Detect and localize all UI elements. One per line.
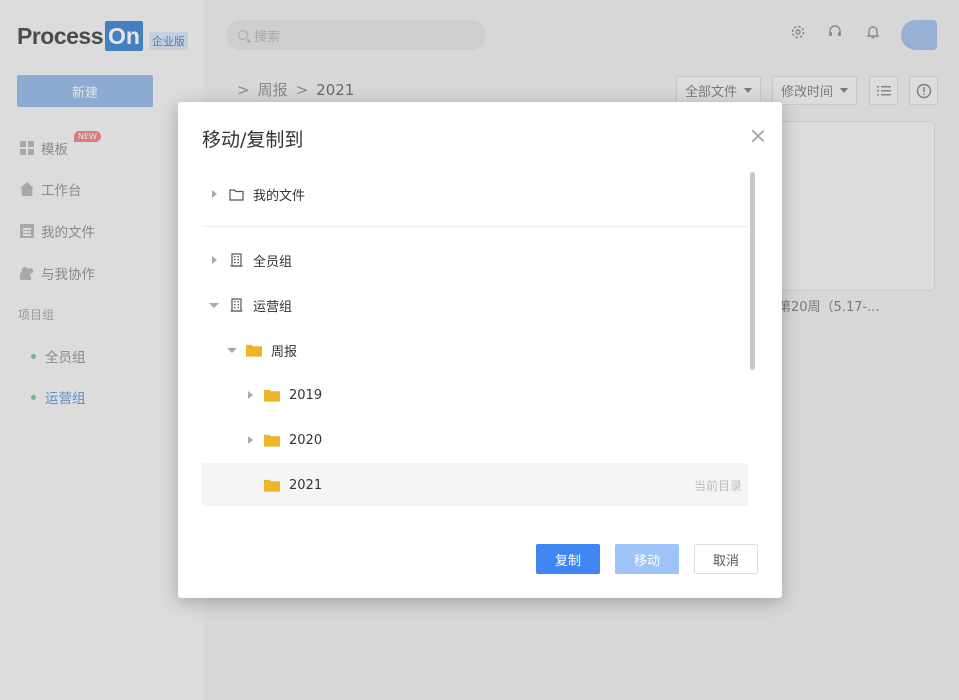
building-icon (228, 297, 244, 313)
tree-node-my-files[interactable]: 我的文件 (202, 172, 748, 216)
current-directory-tag: 当前目录 (693, 478, 742, 493)
collapse-arrow-icon[interactable] (208, 299, 220, 311)
move-copy-dialog: 移动/复制到 我的文件 全员组 运营组 周报 2019 2020 2021 当前… (178, 102, 782, 598)
tree-divider (202, 226, 748, 227)
expand-arrow-icon[interactable] (208, 254, 220, 266)
folder-outline-icon (228, 186, 244, 202)
folder-tree: 我的文件 全员组 运营组 周报 2019 2020 2021 当前目录 (202, 170, 748, 506)
tree-node-label: 2019 (289, 387, 323, 403)
tree-node-label: 2021 (289, 477, 323, 493)
tree-node-label: 2020 (289, 432, 323, 448)
tree-node-operations-group[interactable]: 运营组 (202, 283, 748, 327)
dialog-title: 移动/复制到 (202, 129, 304, 151)
expand-arrow-icon[interactable] (208, 188, 220, 200)
tree-node-2020[interactable]: 2020 (202, 418, 748, 462)
tree-scrollbar[interactable] (750, 172, 755, 370)
building-icon (228, 252, 244, 268)
tree-node-label: 运营组 (253, 299, 293, 315)
expand-arrow-icon[interactable] (244, 389, 256, 401)
move-button[interactable]: 移动 (615, 544, 679, 574)
cancel-button[interactable]: 取消 (694, 544, 758, 574)
tree-node-all-group[interactable]: 全员组 (202, 238, 748, 282)
tree-node-weekly-report[interactable]: 周报 (202, 328, 748, 372)
copy-button[interactable]: 复制 (536, 544, 600, 574)
tree-node-2021[interactable]: 2021 当前目录 (202, 463, 748, 506)
folder-icon (264, 432, 280, 448)
expand-arrow-icon[interactable] (244, 434, 256, 446)
tree-node-label: 全员组 (253, 254, 293, 270)
close-icon[interactable] (751, 129, 765, 143)
folder-icon (264, 387, 280, 403)
tree-node-2019[interactable]: 2019 (202, 373, 748, 417)
folder-icon (264, 477, 280, 493)
tree-node-label: 周报 (271, 344, 298, 360)
tree-node-label: 我的文件 (253, 188, 306, 204)
folder-icon (246, 342, 262, 358)
collapse-arrow-icon[interactable] (226, 344, 238, 356)
